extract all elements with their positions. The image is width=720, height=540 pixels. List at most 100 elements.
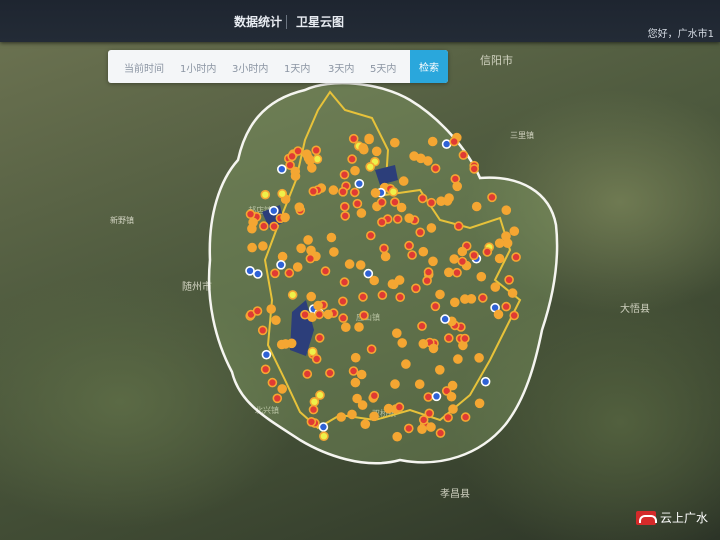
station-marker[interactable] [352, 393, 362, 404]
nav-data-statistics[interactable]: 数据统计 [234, 13, 282, 30]
station-marker[interactable] [443, 412, 453, 423]
station-marker[interactable] [392, 214, 403, 224]
station-marker[interactable] [294, 202, 305, 212]
station-marker[interactable] [292, 262, 303, 272]
station-marker[interactable] [271, 315, 281, 326]
station-marker[interactable] [502, 238, 513, 248]
station-marker[interactable] [431, 391, 442, 402]
station-marker[interactable] [511, 252, 521, 262]
station-marker[interactable] [261, 349, 272, 360]
station-marker[interactable] [435, 289, 445, 300]
station-marker[interactable] [449, 254, 460, 264]
station-marker[interactable] [300, 309, 310, 320]
station-marker[interactable] [338, 313, 349, 323]
station-marker[interactable] [277, 251, 288, 262]
station-marker[interactable] [471, 201, 482, 212]
station-marker[interactable] [418, 338, 429, 349]
station-marker[interactable] [391, 328, 402, 339]
station-marker[interactable] [267, 377, 278, 388]
station-marker[interactable] [460, 333, 470, 344]
station-marker[interactable] [350, 165, 360, 176]
station-marker[interactable] [272, 393, 283, 404]
station-marker[interactable] [340, 322, 351, 333]
station-marker[interactable] [453, 354, 463, 364]
station-marker[interactable] [369, 411, 379, 422]
station-marker[interactable] [354, 178, 365, 189]
station-marker[interactable] [426, 197, 437, 208]
station-marker[interactable] [440, 314, 450, 324]
station-marker[interactable] [276, 339, 287, 350]
station-marker[interactable] [245, 265, 255, 276]
station-marker[interactable] [443, 267, 454, 278]
station-marker[interactable] [269, 221, 279, 232]
station-marker[interactable] [339, 201, 350, 212]
station-marker[interactable] [401, 359, 411, 369]
station-marker[interactable] [352, 198, 363, 209]
station-marker[interactable] [329, 247, 339, 257]
station-marker[interactable] [309, 396, 320, 407]
station-marker[interactable] [414, 379, 425, 390]
station-marker[interactable] [460, 412, 471, 422]
station-marker[interactable] [377, 217, 387, 227]
station-marker[interactable] [494, 253, 505, 264]
station-marker[interactable] [457, 246, 468, 257]
station-marker[interactable] [270, 268, 280, 279]
station-marker[interactable] [276, 259, 286, 270]
station-marker[interactable] [469, 164, 480, 174]
station-marker[interactable] [369, 390, 380, 401]
station-marker[interactable] [457, 256, 468, 267]
station-marker[interactable] [328, 185, 339, 195]
station-marker[interactable] [280, 212, 290, 223]
station-marker[interactable] [417, 424, 427, 435]
station-marker[interactable] [398, 176, 409, 186]
station-marker[interactable] [360, 419, 371, 430]
station-marker[interactable] [480, 376, 491, 387]
station-marker[interactable] [348, 133, 359, 144]
station-marker[interactable] [247, 242, 257, 253]
station-marker[interactable] [392, 431, 403, 442]
station-marker[interactable] [453, 221, 464, 231]
station-marker[interactable] [350, 352, 361, 363]
station-marker[interactable] [426, 223, 437, 233]
station-marker[interactable] [435, 428, 446, 438]
station-marker[interactable] [494, 238, 505, 248]
station-marker[interactable] [245, 209, 256, 219]
station-marker[interactable] [379, 243, 389, 254]
filter-5-days[interactable]: 5天内 [370, 60, 396, 75]
station-marker[interactable] [469, 250, 479, 261]
nav-satellite-cloud-map[interactable]: 卫星云图 [296, 13, 344, 30]
user-greeting[interactable]: 您好，广水市1 [648, 25, 714, 40]
station-marker[interactable] [426, 422, 436, 432]
station-marker[interactable] [276, 164, 287, 174]
station-marker[interactable] [260, 364, 271, 375]
station-marker[interactable] [397, 338, 408, 348]
station-marker[interactable] [305, 253, 316, 264]
station-marker[interactable] [336, 412, 347, 422]
filter-1-hour[interactable]: 1小时内 [180, 60, 216, 75]
station-marker[interactable] [277, 384, 288, 394]
station-marker[interactable] [417, 193, 428, 204]
station-marker[interactable] [260, 189, 271, 200]
station-marker[interactable] [356, 208, 367, 218]
station-marker[interactable] [507, 288, 518, 298]
station-marker[interactable] [344, 259, 355, 269]
station-marker[interactable] [452, 267, 462, 278]
station-marker[interactable] [422, 275, 432, 286]
station-marker[interactable] [314, 333, 325, 343]
station-marker[interactable] [404, 213, 415, 223]
station-marker[interactable] [411, 283, 421, 294]
station-marker[interactable] [356, 369, 367, 380]
station-marker[interactable] [404, 240, 414, 251]
station-marker[interactable] [258, 241, 268, 251]
station-marker[interactable] [248, 217, 258, 228]
station-marker[interactable] [487, 192, 497, 203]
station-marker[interactable] [427, 136, 438, 147]
station-marker[interactable] [318, 422, 329, 432]
station-marker[interactable] [403, 423, 414, 434]
station-marker[interactable] [423, 267, 434, 277]
station-marker[interactable] [252, 306, 263, 316]
station-marker[interactable] [314, 309, 325, 320]
station-marker[interactable] [490, 282, 501, 292]
station-marker[interactable] [325, 368, 335, 378]
filter-current-time[interactable]: 当前时间 [124, 60, 164, 75]
